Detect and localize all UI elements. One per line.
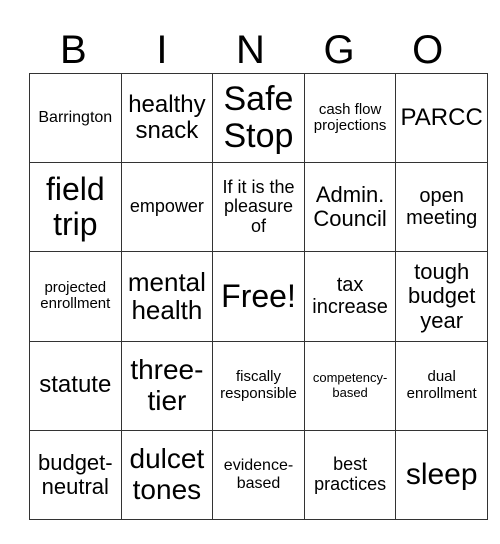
- bingo-cell[interactable]: budget-neutral: [29, 429, 122, 520]
- header-letter-n: N: [236, 28, 265, 72]
- bingo-cell[interactable]: three-tier: [120, 340, 214, 431]
- bingo-cell[interactable]: projected enrollment: [29, 251, 122, 342]
- header-letter-i: I: [156, 28, 168, 72]
- bingo-cell[interactable]: tax increase: [303, 251, 397, 342]
- bingo-cell[interactable]: fiscally responsible: [212, 340, 305, 431]
- bingo-grid: Barrington healthy snack Safe Stop cash flo…: [29, 72, 488, 520]
- bingo-cell[interactable]: cash flow projections: [303, 72, 397, 164]
- bingo-cell[interactable]: empower: [120, 162, 214, 253]
- bingo-cell[interactable]: evidence-based: [212, 429, 305, 520]
- grid-row: budget-neutral dulcet tones evidence-based…: [29, 429, 488, 520]
- bingo-cell[interactable]: dulcet tones: [120, 429, 214, 520]
- header-letter-g: G: [323, 28, 355, 72]
- bingo-cell[interactable]: Admin. Council: [303, 162, 397, 253]
- bingo-cell[interactable]: PARCC: [395, 72, 488, 164]
- bingo-cell[interactable]: competency-based: [303, 340, 397, 431]
- bingo-cell[interactable]: field trip: [29, 162, 122, 253]
- bingo-cell[interactable]: If it is the pleasure of: [212, 162, 305, 253]
- bingo-cell[interactable]: mental health: [120, 251, 214, 342]
- bingo-cell[interactable]: Free!: [212, 251, 305, 342]
- bingo-header: B I N G O: [29, 28, 472, 72]
- header-letter-b: B: [59, 28, 87, 72]
- header-letter-o: O: [412, 28, 444, 72]
- bingo-cell[interactable]: Safe Stop: [212, 72, 305, 164]
- grid-row: field trip empower If it is the pleasure o…: [29, 162, 488, 253]
- grid-row: projected enrollment mental health Free! ta…: [29, 251, 488, 342]
- bingo-cell[interactable]: tough budget year: [395, 251, 488, 342]
- grid-row: statute three-tier fiscally responsible com…: [29, 340, 488, 431]
- bingo-cell[interactable]: dual enrollment: [395, 340, 488, 431]
- bingo-cell[interactable]: open meeting: [395, 162, 488, 253]
- bingo-cell[interactable]: sleep: [395, 429, 488, 520]
- bingo-cell[interactable]: healthy snack: [120, 72, 214, 164]
- bingo-cell[interactable]: best practices: [303, 429, 397, 520]
- bingo-cell[interactable]: Barrington: [29, 72, 122, 164]
- grid-row: Barrington healthy snack Safe Stop cash flo…: [29, 72, 488, 164]
- bingo-cell[interactable]: statute: [29, 340, 122, 431]
